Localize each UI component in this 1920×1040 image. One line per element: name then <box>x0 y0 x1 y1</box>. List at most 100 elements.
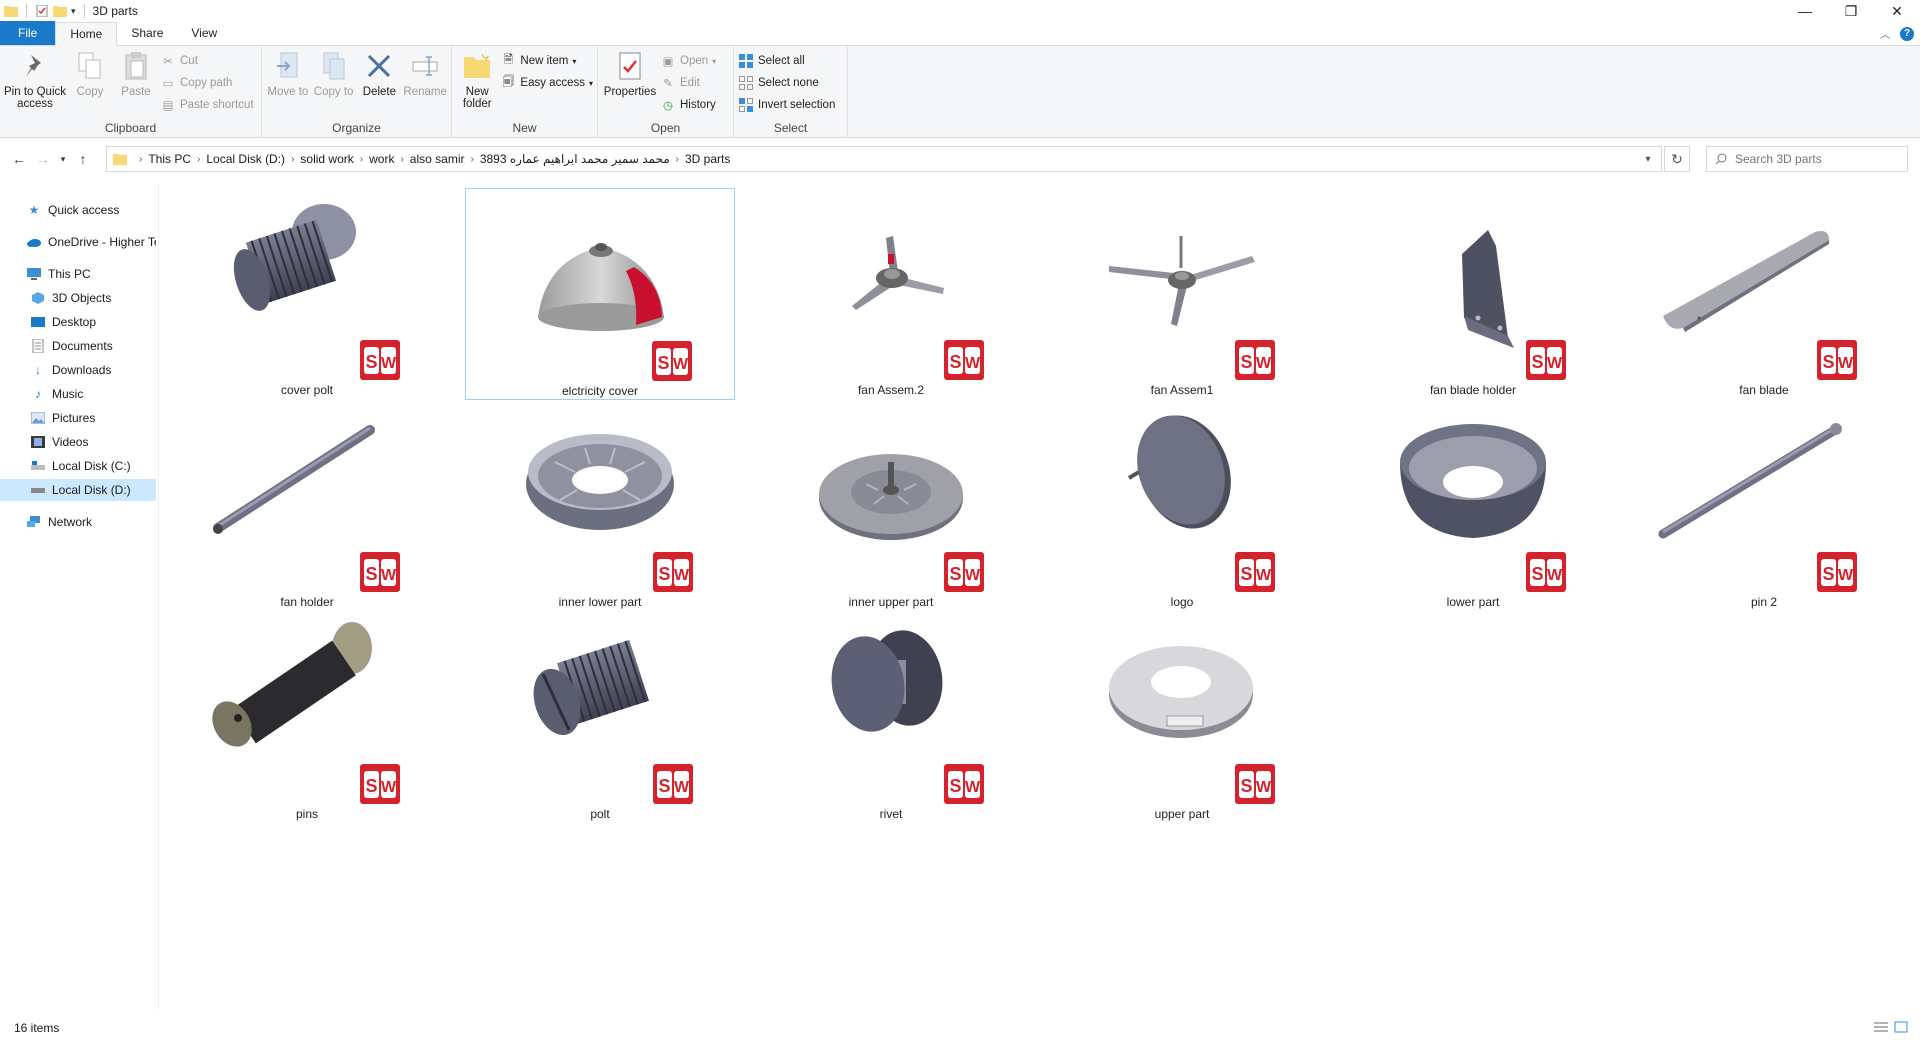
svg-text:W: W <box>965 779 981 796</box>
address-bar[interactable]: › This PC › Local Disk (D:) › solid work… <box>106 146 1662 172</box>
large-icons-view-icon[interactable] <box>1894 1021 1908 1033</box>
videos-icon <box>30 434 46 450</box>
rename-icon <box>412 56 438 76</box>
crumb-3d-parts[interactable]: 3D parts <box>679 152 736 166</box>
file-name: inner upper part <box>848 595 934 609</box>
properties-icon[interactable] <box>35 5 49 17</box>
file-tile[interactable]: SW logo <box>1047 400 1317 612</box>
file-tile[interactable]: SW fan Assem.2 <box>756 188 1026 400</box>
file-tile[interactable]: SW lower part <box>1338 400 1608 612</box>
nav-desktop[interactable]: Desktop <box>0 311 156 333</box>
nav-quick-access[interactable]: ★ Quick access <box>0 199 156 221</box>
file-tile[interactable]: SW inner upper part <box>756 400 1026 612</box>
download-icon: ↓ <box>35 363 41 377</box>
paste-shortcut-icon: ▤ <box>162 100 174 112</box>
crumb-work[interactable]: work <box>363 152 400 166</box>
file-tile[interactable]: SW elctricity cover <box>465 188 735 400</box>
file-tile[interactable]: SW rivet <box>756 612 1026 824</box>
solidworks-icon: SW <box>1526 552 1566 592</box>
solidworks-icon: SW <box>360 552 400 592</box>
back-button[interactable]: ← <box>8 148 30 170</box>
easy-access-button[interactable]: 🗐 Easy access ▾ <box>500 74 593 92</box>
forward-button[interactable]: → <box>32 148 54 170</box>
tab-share[interactable]: Share <box>117 21 177 45</box>
new-group: New folder 🗎 New item ▾ 🗐 Easy access ▾ New <box>452 46 598 138</box>
crumb-this-pc[interactable]: This PC <box>142 152 197 166</box>
nav-local-disk-d[interactable]: Local Disk (D:) <box>0 479 156 501</box>
network-icon <box>26 514 42 530</box>
search-box[interactable] <box>1706 146 1908 172</box>
nav-music[interactable]: ♪ Music <box>0 383 156 405</box>
file-tile[interactable]: SW fan blade <box>1629 188 1899 400</box>
file-tile[interactable]: SW pins <box>172 612 442 824</box>
collapse-ribbon-icon[interactable]: ︿ <box>1880 26 1890 41</box>
copy-path-button[interactable]: ▭ Copy path <box>160 74 254 92</box>
nav-3d-objects[interactable]: 3D Objects <box>0 287 156 309</box>
nav-onedrive[interactable]: OneDrive - Higher Te <box>0 231 156 253</box>
svg-text:W: W <box>674 779 690 796</box>
folder-icon <box>4 6 18 17</box>
nav-documents[interactable]: Documents <box>0 335 156 357</box>
file-name: fan blade <box>1739 383 1789 397</box>
nav-this-pc[interactable]: This PC <box>0 263 156 285</box>
up-button[interactable]: ↑ <box>72 148 94 170</box>
svg-text:S: S <box>365 776 377 796</box>
svg-text:S: S <box>657 353 669 373</box>
solidworks-icon: SW <box>944 552 984 592</box>
nav-downloads[interactable]: ↓ Downloads <box>0 359 156 381</box>
drive-d-icon <box>30 482 46 498</box>
file-name: elctricity cover <box>561 384 638 398</box>
cut-button[interactable]: ✂ Cut <box>160 52 254 70</box>
svg-text:W: W <box>381 779 397 796</box>
crumb-also-samir[interactable]: also samir <box>404 152 471 166</box>
file-tile[interactable]: SW fan blade holder <box>1338 188 1608 400</box>
help-icon[interactable]: ? <box>1900 26 1914 41</box>
new-folder-icon[interactable] <box>53 5 67 17</box>
invert-selection-button[interactable]: Invert selection <box>738 96 835 114</box>
open-button[interactable]: ▣ Open ▾ <box>660 52 717 70</box>
minimize-button[interactable]: — <box>1782 0 1828 22</box>
refresh-button[interactable]: ↻ <box>1664 146 1690 172</box>
restore-button[interactable]: ❐ <box>1828 0 1874 22</box>
crumb-solid-work[interactable]: solid work <box>294 152 359 166</box>
crumb-local-disk-d[interactable]: Local Disk (D:) <box>200 152 291 166</box>
file-tile[interactable]: SW upper part <box>1047 612 1317 824</box>
easy-access-icon: 🗐 <box>502 75 515 88</box>
file-tile[interactable]: SW fan holder <box>172 400 442 612</box>
paste-shortcut-button[interactable]: ▤ Paste shortcut <box>160 96 254 114</box>
file-tile[interactable]: SW pin 2 <box>1629 400 1899 612</box>
copy-to-icon <box>323 52 345 80</box>
file-tile[interactable]: SW polt <box>465 612 735 824</box>
select-all-button[interactable]: Select all <box>738 52 835 70</box>
pane-divider[interactable] <box>158 184 159 1010</box>
recent-locations-button[interactable]: ▾ <box>56 148 70 170</box>
search-input[interactable] <box>1735 152 1895 166</box>
cube-icon <box>30 290 46 306</box>
select-none-button[interactable]: Select none <box>738 74 835 92</box>
svg-text:S: S <box>1531 352 1543 372</box>
paste-icon <box>125 52 147 80</box>
file-tile[interactable]: SW fan Assem1 <box>1047 188 1317 400</box>
nav-pictures[interactable]: Pictures <box>0 407 156 429</box>
details-view-icon[interactable] <box>1874 1021 1888 1033</box>
organize-label: Organize <box>332 121 381 135</box>
file-tile[interactable]: SW inner lower part <box>465 400 735 612</box>
nav-videos[interactable]: Videos <box>0 431 156 453</box>
address-dropdown-icon[interactable]: ▾ <box>1635 147 1661 171</box>
edit-button[interactable]: ✎ Edit <box>660 74 716 92</box>
file-tile[interactable]: SW cover polt <box>172 188 442 400</box>
svg-text:S: S <box>1240 564 1252 584</box>
nav-local-disk-c[interactable]: Local Disk (C:) <box>0 455 156 477</box>
crumb-arabic-folder[interactable]: محمد سمير محمد ابراهيم عماره 3893 <box>474 152 676 166</box>
tab-home[interactable]: Home <box>55 22 118 46</box>
tab-file[interactable]: File <box>0 21 56 45</box>
new-item-button[interactable]: 🗎 New item ▾ <box>500 52 593 70</box>
nav-network[interactable]: Network <box>0 511 156 533</box>
tab-view[interactable]: View <box>177 21 231 45</box>
close-button[interactable]: ✕ <box>1874 0 1920 22</box>
history-button[interactable]: ◷ History <box>660 96 716 114</box>
file-name: pin 2 <box>1750 595 1778 609</box>
invert-selection-icon <box>738 97 754 113</box>
computer-icon <box>26 266 42 282</box>
qat-dropdown-icon[interactable]: ▾ <box>71 6 76 17</box>
